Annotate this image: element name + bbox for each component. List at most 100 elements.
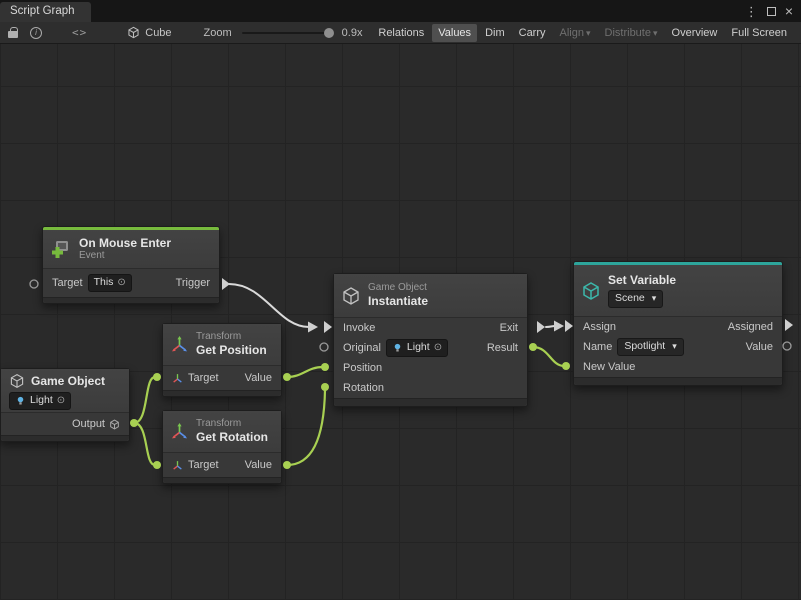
align-dropdown[interactable]: Align▾ <box>554 24 597 42</box>
port-getrotation-target-in[interactable] <box>153 461 161 469</box>
variable-name-dropdown[interactable]: Spotlight ▾ <box>617 338 683 356</box>
node-title: Instantiate <box>368 294 428 308</box>
port-getposition-value-out[interactable] <box>283 373 291 381</box>
cube-icon <box>127 26 140 39</box>
object-picker-icon[interactable]: ⊙ <box>434 341 442 354</box>
chevron-down-icon: ▾ <box>586 28 591 38</box>
carry-button[interactable]: Carry <box>513 24 552 42</box>
variable-scope-dropdown[interactable]: Scene ▾ <box>608 290 663 308</box>
variable-name-value: Spotlight <box>624 340 665 354</box>
position-port-label: Position <box>343 362 382 374</box>
node-footer <box>574 377 782 385</box>
graph-context[interactable]: Cube <box>127 26 171 39</box>
rotation-port-label: Rotation <box>343 382 384 394</box>
wire-result-to-newvalue <box>533 347 564 366</box>
light-icon <box>392 342 403 353</box>
port-getrotation-value-out[interactable] <box>283 461 291 469</box>
object-picker-icon[interactable]: ⊙ <box>57 394 65 407</box>
port-gameobject-output-out[interactable] <box>130 419 138 427</box>
port-instantiate-rotation-in[interactable] <box>321 383 329 391</box>
wire-getrotation-value-to-rotation <box>287 390 325 465</box>
node-footer <box>334 398 527 406</box>
port-setvariable-value-out[interactable] <box>783 342 791 350</box>
node-title: Get Position <box>196 343 267 357</box>
value-port-label: Value <box>245 372 272 384</box>
node-category: Transform <box>196 418 268 430</box>
full-screen-button[interactable]: Full Screen <box>725 24 793 42</box>
value-port-label: Value <box>746 341 773 353</box>
zoom-slider[interactable] <box>242 27 334 39</box>
zoom-slider-track[interactable] <box>242 32 334 34</box>
node-title: Set Variable <box>608 273 676 287</box>
window-buttons: ⋮ × <box>745 0 801 22</box>
node-game-object-light[interactable]: Game Object Light ⊙ Output <box>0 368 130 442</box>
transform-axis-icon <box>170 422 189 441</box>
node-footer <box>1 435 129 441</box>
relations-button[interactable]: Relations <box>372 24 430 42</box>
node-instantiate[interactable]: Game Object Instantiate Invoke Exit Orig… <box>333 273 528 407</box>
wire-output-to-getposition-target <box>134 377 155 423</box>
port-setvariable-newvalue-in[interactable] <box>562 362 570 370</box>
port-setvariable-assign-in[interactable] <box>565 320 573 332</box>
result-port-label: Result <box>487 342 518 354</box>
port-instantiate-result-out[interactable] <box>529 343 537 351</box>
node-get-position[interactable]: Transform Get Position Target Value <box>162 323 282 397</box>
original-object-value: Light <box>407 341 430 355</box>
cube-icon <box>109 419 120 430</box>
target-object-value: This <box>94 276 114 290</box>
node-title: Game Object <box>31 374 105 388</box>
node-set-variable[interactable]: Set Variable Scene ▾ Assign Assigned Nam… <box>573 261 783 386</box>
tab-script-graph[interactable]: Script Graph <box>0 2 91 22</box>
variable-icon <box>581 281 601 301</box>
exit-port-label: Exit <box>500 322 518 334</box>
object-picker-icon[interactable]: ⊙ <box>117 276 125 289</box>
zoom-label: Zoom <box>204 27 232 39</box>
port-instantiate-original-in[interactable] <box>320 343 328 351</box>
target-object-chip[interactable]: This ⊙ <box>88 274 132 292</box>
original-port-label: Original <box>343 342 381 354</box>
dim-button[interactable]: Dim <box>479 24 511 42</box>
distribute-dropdown[interactable]: Distribute▾ <box>599 24 664 42</box>
close-icon[interactable]: × <box>785 4 793 18</box>
zoom-value: 0.9x <box>342 27 363 39</box>
code-view-icon[interactable]: <> <box>72 26 87 39</box>
port-onmouseenter-target-in[interactable] <box>30 280 38 288</box>
maximize-icon[interactable] <box>767 7 776 16</box>
node-get-rotation[interactable]: Transform Get Rotation Target Value <box>162 410 282 484</box>
window-menu-icon[interactable]: ⋮ <box>745 5 758 18</box>
wire-arrowhead <box>308 322 318 333</box>
output-port-label: Output <box>72 418 105 430</box>
mouse-enter-event-icon <box>50 238 72 260</box>
port-getposition-target-in[interactable] <box>153 373 161 381</box>
node-footer <box>163 477 281 483</box>
wire-trigger-to-invoke <box>229 284 309 327</box>
light-object-chip[interactable]: Light ⊙ <box>9 392 71 410</box>
variable-scope-value: Scene <box>615 292 645 306</box>
port-instantiate-position-in[interactable] <box>321 363 329 371</box>
lock-icon[interactable] <box>8 31 18 38</box>
wire-getposition-value-to-position <box>287 367 323 377</box>
node-title: Get Rotation <box>196 430 268 444</box>
graph-canvas[interactable]: On Mouse Enter Event Target This ⊙ Trigg… <box>0 44 801 600</box>
zoom-slider-knob[interactable] <box>324 28 334 38</box>
info-icon[interactable]: i <box>30 27 42 39</box>
node-on-mouse-enter[interactable]: On Mouse Enter Event Target This ⊙ Trigg… <box>42 226 220 304</box>
values-button[interactable]: Values <box>432 24 477 42</box>
node-category: Game Object <box>368 282 428 294</box>
trigger-port-label: Trigger <box>176 277 210 289</box>
port-setvariable-assigned-out[interactable] <box>785 319 793 331</box>
assign-port-label: Assign <box>583 321 616 333</box>
node-footer <box>43 297 219 303</box>
target-port-label: Target <box>188 459 219 471</box>
port-instantiate-invoke-in[interactable] <box>324 321 332 333</box>
graph-toolbar: i <> Cube Zoom 0.9x Relations Values Dim… <box>0 22 801 44</box>
overview-button[interactable]: Overview <box>666 24 724 42</box>
transform-axis-icon <box>172 373 183 384</box>
transform-axis-icon <box>170 335 189 354</box>
target-port-label: Target <box>188 372 219 384</box>
original-object-chip[interactable]: Light ⊙ <box>386 339 448 357</box>
node-header: On Mouse Enter Event <box>43 230 219 269</box>
port-onmouseenter-trigger-out[interactable] <box>222 278 230 290</box>
assigned-port-label: Assigned <box>728 321 773 333</box>
port-instantiate-exit-out[interactable] <box>537 321 545 333</box>
